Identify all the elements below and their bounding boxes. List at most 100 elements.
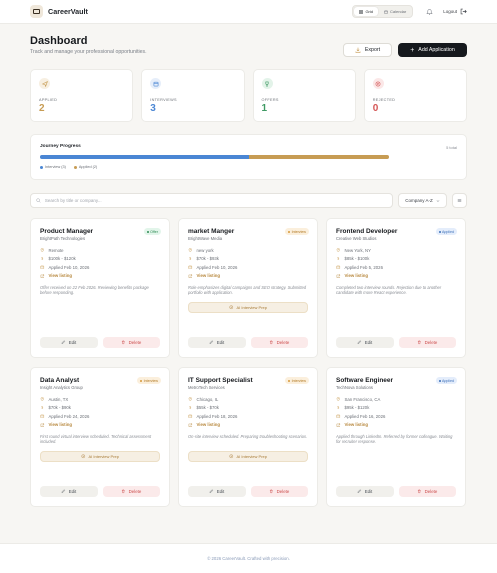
location-row: New York, NY: [336, 247, 456, 253]
brand[interactable]: CareerVault: [30, 5, 88, 18]
company-name: BrightWave Media: [188, 236, 223, 241]
dollar-icon: $: [41, 257, 43, 261]
external-link-icon: [40, 423, 45, 427]
delete-button[interactable]: Delete: [102, 486, 160, 497]
status-badge: Interview: [137, 377, 161, 384]
ai-interview-prep-button[interactable]: AI Interview Prep: [188, 450, 308, 462]
map-pin-icon: [188, 247, 192, 253]
delete-button[interactable]: Delete: [398, 486, 456, 497]
delete-button[interactable]: Delete: [398, 337, 456, 348]
application-card[interactable]: Software Engineer TechNova Solutions App…: [326, 367, 466, 507]
edit-button[interactable]: Edit: [188, 337, 246, 348]
sort-select[interactable]: Company A-Z: [398, 193, 447, 208]
company-name: Insight Analytics Group: [40, 385, 83, 390]
ai-interview-prep-button[interactable]: AI Interview Prep: [40, 450, 160, 462]
filter-bar: Company A-Z: [30, 193, 467, 208]
legend-interview: Interview (3): [40, 165, 66, 169]
svg-text:$: $: [337, 257, 339, 261]
pencil-icon: [209, 340, 214, 345]
view-listing-link[interactable]: View listing: [336, 273, 456, 279]
application-card[interactable]: Frontend Developer Creative Web Studios …: [326, 218, 466, 358]
view-listing-link[interactable]: View listing: [336, 422, 456, 428]
status-badge: Applied: [435, 377, 457, 384]
notifications-button[interactable]: [425, 8, 433, 16]
export-button[interactable]: Export: [343, 43, 392, 57]
pencil-icon: [61, 489, 66, 494]
pencil-icon: [357, 340, 362, 345]
company-name: Creative Web Studios: [336, 236, 377, 241]
stat-label: INTERVIEWS: [150, 98, 177, 102]
application-card[interactable]: Data Analyst Insight Analytics Group Int…: [30, 367, 170, 507]
salary-row: $ $70k - $90k: [41, 405, 71, 411]
status-badge: Offer: [143, 228, 161, 235]
logout-button[interactable]: Logout: [443, 8, 467, 15]
delete-button[interactable]: Delete: [250, 337, 308, 348]
stat-value: 1: [261, 103, 268, 114]
applied-date-row: Applied Feb 24, 2026: [40, 413, 160, 419]
application-card[interactable]: market Manger BrightWave Media Interview…: [178, 218, 318, 358]
salary-row: $ $100k - $120k: [41, 256, 76, 262]
view-listing-link[interactable]: View listing: [188, 422, 308, 428]
filter-button[interactable]: [452, 193, 467, 208]
trash-icon: [122, 340, 125, 345]
applied-date-row: Applied Feb 10, 2026: [40, 264, 160, 270]
edit-button[interactable]: Edit: [336, 486, 394, 497]
delete-button[interactable]: Delete: [102, 337, 160, 348]
stat-value: 3: [150, 103, 156, 114]
location-row: Austin, TX: [40, 396, 160, 402]
dollar-icon: $: [337, 406, 339, 410]
company-name: BrightPath Technologies: [40, 236, 86, 241]
edit-button[interactable]: Edit: [40, 486, 98, 497]
logout-label: Logout: [443, 9, 457, 14]
grid-view-button[interactable]: Grid: [354, 7, 378, 16]
footer: © 2026 CareerVault. Crafted with precisi…: [0, 543, 497, 573]
svg-text:$: $: [41, 406, 43, 410]
external-link-icon: [336, 274, 341, 278]
applied-date-row: Applied Feb 5, 2026: [336, 264, 456, 270]
delete-button[interactable]: Delete: [250, 486, 308, 497]
location-row: San Francisco, CA: [336, 396, 456, 402]
application-card[interactable]: IT Support Specialist MetroTech Services…: [178, 367, 318, 507]
application-card[interactable]: Product Manager BrightPath Technologies …: [30, 218, 170, 358]
edit-button[interactable]: Edit: [336, 337, 394, 348]
map-pin-icon: [40, 396, 44, 402]
search-input[interactable]: [44, 198, 387, 203]
calendar-view-button[interactable]: Calendar: [379, 7, 411, 16]
search-box[interactable]: [30, 193, 393, 208]
edit-button[interactable]: Edit: [40, 337, 98, 348]
location-row: new york: [188, 247, 308, 253]
view-listing-link[interactable]: View listing: [188, 273, 308, 279]
external-link-icon: [336, 423, 341, 427]
status-badge: Interview: [285, 228, 309, 235]
salary-row: $ $95k - $120k: [337, 405, 370, 411]
view-listing-link[interactable]: View listing: [40, 422, 160, 428]
trash-icon: [270, 489, 273, 494]
calendar-icon: [150, 78, 162, 89]
progress-track: [40, 155, 389, 159]
chevron-down-icon: [436, 199, 440, 202]
notes-text: Role emphasizes digital campaigns and SE…: [188, 284, 307, 296]
sparkle-icon: [229, 454, 234, 459]
status-badge: Interview: [285, 377, 309, 384]
trash-icon: [418, 340, 421, 345]
calendar-icon: [336, 265, 341, 269]
add-application-button[interactable]: + Add Application: [398, 43, 467, 57]
stats-row: APPLIED 2 INTERVIEWS 3 OFFERS 1 REJECTED…: [30, 69, 467, 122]
svg-text:$: $: [189, 406, 191, 410]
plus-icon: +: [410, 46, 415, 54]
ai-interview-prep-button[interactable]: AI Interview Prep: [188, 301, 308, 313]
salary-row: $ $85k - $100k: [337, 256, 370, 262]
stat-label: OFFERS: [261, 98, 279, 102]
external-link-icon: [188, 274, 193, 278]
external-link-icon: [188, 423, 193, 427]
trash-icon: [270, 340, 273, 345]
edit-button[interactable]: Edit: [188, 486, 246, 497]
view-listing-link[interactable]: View listing: [40, 273, 160, 279]
stat-label: REJECTED: [372, 98, 396, 102]
map-pin-icon: [336, 247, 340, 253]
progress-total: 5 total: [446, 145, 457, 150]
stat-card-applied: APPLIED 2: [30, 69, 134, 122]
dollar-icon: $: [41, 406, 43, 410]
stat-value: 2: [39, 103, 45, 114]
pencil-icon: [61, 340, 66, 345]
